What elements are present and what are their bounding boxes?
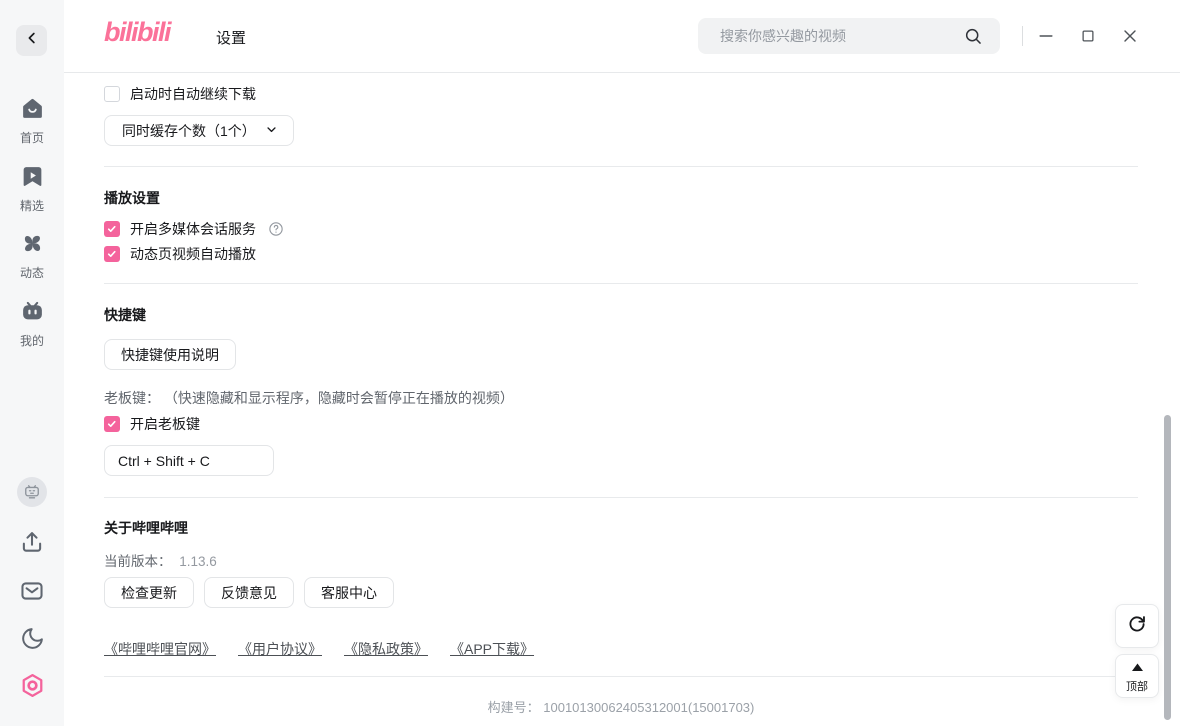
sidebar-item-home[interactable]: 首页 xyxy=(0,96,64,146)
home-icon xyxy=(20,96,45,126)
version-row: 当前版本： 1.13.6 xyxy=(104,550,217,570)
playback-heading: 播放设置 xyxy=(104,190,160,206)
record-icon xyxy=(19,672,46,704)
close-icon xyxy=(1120,26,1140,51)
sidebar-item-label: 精选 xyxy=(19,199,44,213)
user-agreement-link[interactable]: 《用户协议》 xyxy=(238,639,322,659)
refresh-button[interactable] xyxy=(1115,604,1159,648)
user-avatar[interactable] xyxy=(0,477,64,507)
sidebar-item-label: 我的 xyxy=(19,334,44,348)
boss-key-row: 开启老板键 xyxy=(104,414,200,434)
bilibili-logo: bilibili xyxy=(104,17,172,47)
minimize-button[interactable] xyxy=(1033,25,1059,51)
triangle-up-icon xyxy=(1131,659,1144,677)
back-to-top-label: 顶部 xyxy=(1126,680,1148,693)
build-label: 构建号： xyxy=(487,700,540,715)
sidebar: 首页 精选 动态 我的 xyxy=(0,0,64,726)
footer-divider xyxy=(104,676,1138,677)
section-divider xyxy=(104,283,1138,284)
sidebar-item-label: 首页 xyxy=(19,131,44,145)
maximize-button[interactable] xyxy=(1075,25,1101,51)
section-divider xyxy=(104,497,1138,498)
auto-play-row: 动态页视频自动播放 xyxy=(104,244,256,264)
version-label: 当前版本： xyxy=(104,554,172,569)
check-update-button[interactable]: 检查更新 xyxy=(104,577,194,608)
about-links: 《哔哩哔哩官网》 《用户协议》 《隐私政策》 《APP下载》 xyxy=(104,639,534,659)
shortcuts-heading: 快捷键 xyxy=(104,307,146,323)
back-to-top-button[interactable]: 顶部 xyxy=(1115,654,1159,698)
build-value: 10010130062405312001(15001703) xyxy=(543,700,755,715)
scrollbar-thumb[interactable] xyxy=(1164,415,1171,720)
dynamic-icon xyxy=(20,231,45,261)
upload-icon xyxy=(19,529,45,560)
checkbox-label: 开启多媒体会话服务 xyxy=(130,221,256,237)
avatar-tv-icon xyxy=(17,477,47,507)
help-icon[interactable] xyxy=(268,221,284,237)
resume-download-checkbox[interactable] xyxy=(104,86,120,102)
featured-icon xyxy=(20,164,45,194)
boss-key-input[interactable] xyxy=(104,445,274,476)
titlebar-divider xyxy=(1022,26,1023,46)
sidebar-item-mine[interactable]: 我的 xyxy=(0,299,64,349)
about-heading: 关于哔哩哔哩 xyxy=(104,520,188,536)
resume-download-row: 启动时自动继续下载 xyxy=(104,84,256,104)
search-box xyxy=(698,18,1000,54)
sidebar-item-featured[interactable]: 精选 xyxy=(0,164,64,214)
moon-icon xyxy=(20,626,45,656)
checkbox-label: 启动时自动继续下载 xyxy=(130,86,256,102)
official-site-link[interactable]: 《哔哩哔哩官网》 xyxy=(104,639,216,659)
mine-icon xyxy=(20,299,45,329)
sidebar-item-label: 动态 xyxy=(19,266,44,280)
cache-count-dropdown[interactable]: 同时缓存个数（1个） xyxy=(104,115,294,146)
magnifier-icon[interactable] xyxy=(963,26,1000,47)
dropdown-label: 同时缓存个数（1个） xyxy=(122,122,256,139)
shortcuts-guide-button[interactable]: 快捷键使用说明 xyxy=(104,339,236,370)
feedback-button[interactable]: 反馈意见 xyxy=(204,577,294,608)
maximize-icon xyxy=(1079,27,1097,50)
back-button[interactable] xyxy=(16,25,47,56)
sidebar-item-dynamic[interactable]: 动态 xyxy=(0,231,64,281)
dark-mode-button[interactable] xyxy=(0,626,64,656)
titlebar: bilibili 设置 xyxy=(64,0,1180,73)
support-center-button[interactable]: 客服中心 xyxy=(304,577,394,608)
mail-icon xyxy=(19,578,45,609)
messages-button[interactable] xyxy=(0,578,64,609)
refresh-icon xyxy=(1126,613,1148,640)
checkbox-label: 动态页视频自动播放 xyxy=(130,246,256,262)
chevron-down-icon xyxy=(264,122,279,140)
close-button[interactable] xyxy=(1117,25,1143,51)
boss-key-description: 老板键： （快速隐藏和显示程序，隐藏时会暂停正在播放的视频） xyxy=(104,390,514,406)
back-icon xyxy=(23,29,41,52)
search-input[interactable] xyxy=(698,28,963,44)
settings-content: 启动时自动继续下载 同时缓存个数（1个） 播放设置 开启多媒体会话服务 动态页视… xyxy=(64,73,1180,726)
minimize-icon xyxy=(1036,26,1056,51)
auto-play-checkbox[interactable] xyxy=(104,246,120,262)
section-divider xyxy=(104,166,1138,167)
record-button[interactable] xyxy=(0,672,64,704)
boss-key-checkbox[interactable] xyxy=(104,416,120,432)
media-session-checkbox[interactable] xyxy=(104,221,120,237)
version-value: 1.13.6 xyxy=(179,554,217,569)
bilibili-settings-window: 首页 精选 动态 我的 bilibili 设置 搜索你感兴趣的视频 启动时自动继… xyxy=(0,0,1180,726)
app-download-link[interactable]: 《APP下载》 xyxy=(450,639,534,659)
upload-button[interactable] xyxy=(0,529,64,560)
media-session-row: 开启多媒体会话服务 xyxy=(104,219,284,239)
page-title: 设置 xyxy=(216,30,247,47)
privacy-policy-link[interactable]: 《隐私政策》 xyxy=(344,639,428,659)
checkbox-label: 开启老板键 xyxy=(130,416,200,432)
build-number: 构建号： 10010130062405312001(15001703) xyxy=(104,697,1138,716)
